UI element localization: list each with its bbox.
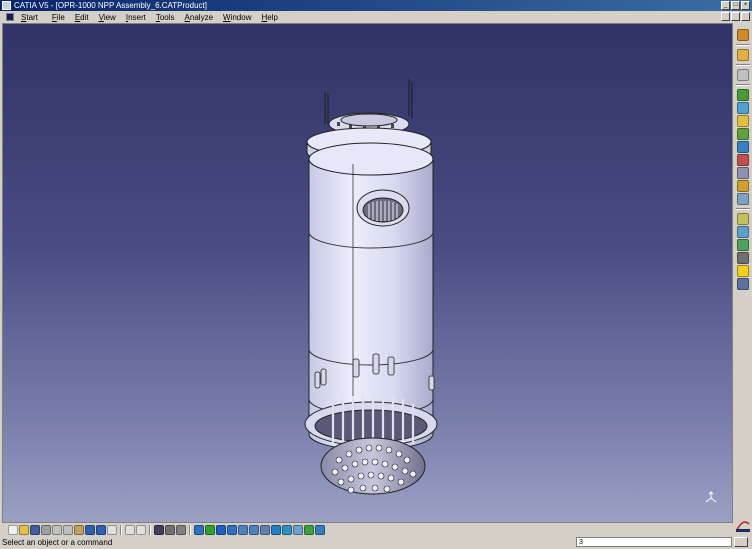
- clash-icon[interactable]: [737, 154, 749, 166]
- properties-icon[interactable]: [176, 524, 186, 535]
- toolbar-separator: [189, 524, 191, 535]
- view-mode-icon[interactable]: [315, 524, 325, 535]
- toolbar-separator: [736, 44, 750, 46]
- doc-close-button[interactable]: [741, 12, 750, 21]
- render-style-icon[interactable]: [282, 524, 292, 535]
- help-icon[interactable]: [107, 524, 117, 535]
- fit-all-icon[interactable]: [205, 524, 215, 535]
- catalog-icon[interactable]: [737, 115, 749, 127]
- menu-window[interactable]: Window: [218, 13, 256, 22]
- right-toolbar: [734, 23, 752, 293]
- document-window-controls: [721, 12, 750, 21]
- redo-icon[interactable]: [96, 524, 106, 535]
- menu-bar: Start File Edit View Insert Tools Analyz…: [0, 11, 752, 23]
- save-icon[interactable]: [30, 524, 40, 535]
- copy-icon[interactable]: [63, 524, 73, 535]
- normal-view-icon[interactable]: [260, 524, 270, 535]
- pan-icon[interactable]: [216, 524, 226, 535]
- lightbulb-icon[interactable]: [737, 265, 749, 277]
- menu-start-label: Start: [21, 12, 38, 22]
- catalog-browser-icon[interactable]: [165, 524, 175, 535]
- window-controls: _ □ ×: [721, 1, 750, 10]
- swap-space-icon[interactable]: [304, 524, 314, 535]
- publish-icon[interactable]: [737, 278, 749, 290]
- paste-icon[interactable]: [74, 524, 84, 535]
- constraint-icon[interactable]: [737, 102, 749, 114]
- toolbar-separator: [736, 208, 750, 210]
- start-logo-icon: [6, 13, 14, 21]
- undo-icon[interactable]: [85, 524, 95, 535]
- hide-show-icon[interactable]: [293, 524, 303, 535]
- material-icon[interactable]: [737, 252, 749, 264]
- window-title: CATIA V5 - [OPR-1000 NPP Assembly_6.CATP…: [14, 1, 207, 10]
- toolbar-separator: [120, 524, 122, 535]
- toolbar-separator: [736, 84, 750, 86]
- open-icon[interactable]: [19, 524, 29, 535]
- sketch-icon[interactable]: [737, 49, 749, 61]
- menu-view[interactable]: View: [94, 13, 121, 22]
- title-bar: CATIA V5 - [OPR-1000 NPP Assembly_6.CATP…: [0, 0, 752, 11]
- bom-icon[interactable]: [737, 213, 749, 225]
- scene-icon[interactable]: [737, 226, 749, 238]
- menu-tools[interactable]: Tools: [151, 13, 180, 22]
- power-input-field[interactable]: [576, 537, 732, 547]
- move-icon[interactable]: [737, 128, 749, 140]
- 3d-viewport[interactable]: [2, 23, 733, 523]
- axis-compass-icon[interactable]: [704, 490, 718, 504]
- formula-icon[interactable]: [125, 524, 135, 535]
- app-icon[interactable]: [2, 1, 11, 10]
- tree-icon[interactable]: [154, 524, 164, 535]
- menu-start[interactable]: Start: [2, 12, 47, 22]
- cut-icon[interactable]: [52, 524, 62, 535]
- menu-insert[interactable]: Insert: [121, 13, 151, 22]
- assembly-icon[interactable]: [737, 69, 749, 81]
- part-design-icon[interactable]: [737, 29, 749, 41]
- zoom-out-icon[interactable]: [249, 524, 259, 535]
- close-button[interactable]: ×: [741, 1, 750, 10]
- toolbar-separator: [149, 524, 151, 535]
- menu-file[interactable]: File: [47, 13, 70, 22]
- maximize-button[interactable]: □: [731, 1, 740, 10]
- reactor-vessel-model[interactable]: [3, 24, 733, 523]
- section-icon[interactable]: [737, 167, 749, 179]
- iso-view-icon[interactable]: [271, 524, 281, 535]
- bottom-toolbar: [2, 523, 733, 536]
- measure-icon[interactable]: [737, 180, 749, 192]
- power-input-button[interactable]: [734, 537, 748, 547]
- print-icon[interactable]: [41, 524, 51, 535]
- menu-analyze[interactable]: Analyze: [180, 13, 218, 22]
- catia-logo-icon: [736, 521, 750, 532]
- doc-minimize-button[interactable]: [721, 12, 730, 21]
- menu-help[interactable]: Help: [256, 13, 282, 22]
- product-icon[interactable]: [737, 89, 749, 101]
- fly-mode-icon[interactable]: [194, 524, 204, 535]
- knowledge-icon[interactable]: [136, 524, 146, 535]
- annotation-icon[interactable]: [737, 193, 749, 205]
- analysis-icon[interactable]: [737, 239, 749, 251]
- minimize-button[interactable]: _: [721, 1, 730, 10]
- zoom-in-icon[interactable]: [238, 524, 248, 535]
- menu-edit[interactable]: Edit: [70, 13, 94, 22]
- doc-restore-button[interactable]: [731, 12, 740, 21]
- toolbar-separator: [736, 64, 750, 66]
- new-icon[interactable]: [8, 524, 18, 535]
- rotate-icon[interactable]: [227, 524, 237, 535]
- explode-icon[interactable]: [737, 141, 749, 153]
- status-message: Select an object or a command: [2, 538, 113, 547]
